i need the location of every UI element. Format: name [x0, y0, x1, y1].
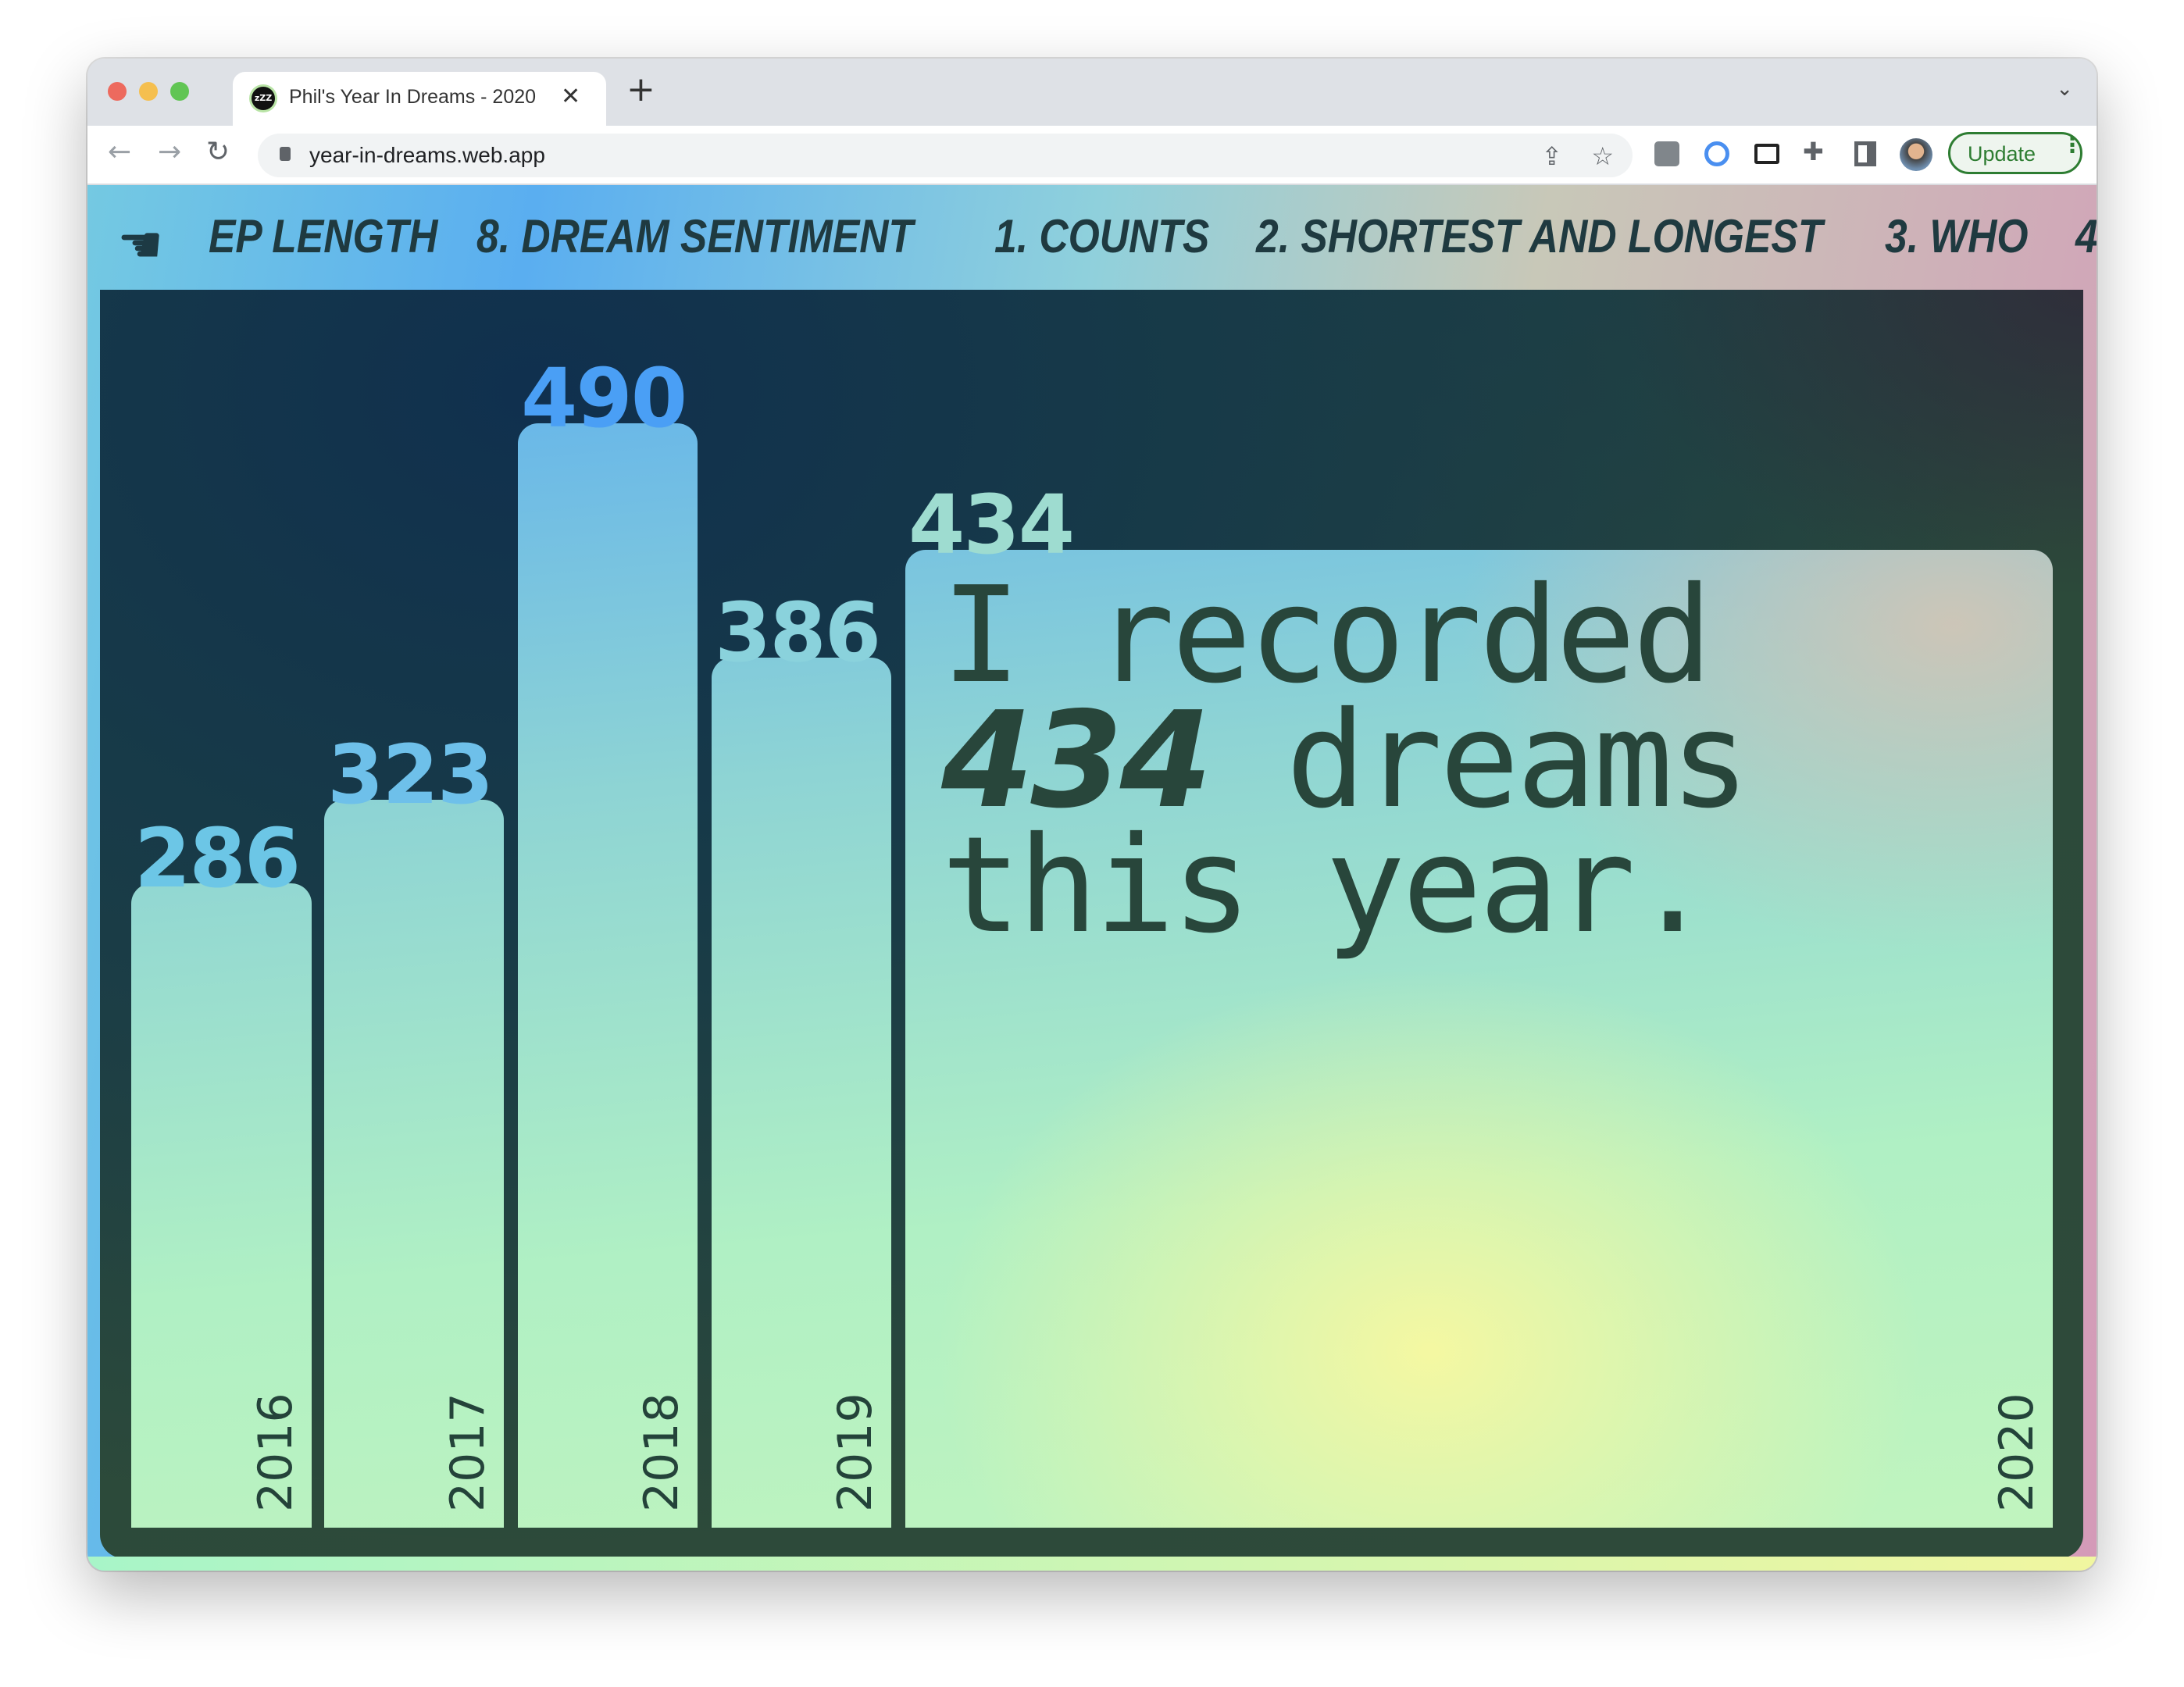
page-bottom-edge	[87, 1557, 2097, 1571]
browser-tab[interactable]: zZZ Phil's Year In Dreams - 2020 ✕	[233, 72, 606, 126]
forward-button[interactable]: →	[158, 137, 181, 168]
bar-value-label: 386	[715, 585, 881, 681]
page-content: ☚ EP LENGTH 8. DREAM SENTIMENT 1. COUNTS…	[87, 185, 2097, 1571]
browser-window: zZZ Phil's Year In Dreams - 2020 ✕ + ⌄ ←…	[87, 59, 2097, 1571]
share-icon[interactable]: ⇪	[1541, 141, 1562, 171]
new-tab-button[interactable]: +	[626, 73, 655, 107]
back-button[interactable]: ←	[108, 137, 131, 168]
nav-item-shortest-longest[interactable]: 2. SHORTEST AND LONGEST	[1256, 210, 1822, 263]
tab-search-chevron-icon[interactable]: ⌄	[2056, 77, 2073, 101]
lock-icon	[280, 147, 291, 161]
picture-in-picture-icon[interactable]	[1754, 144, 1779, 164]
bookmark-star-icon[interactable]: ☆	[1591, 141, 1614, 171]
password-manager-icon[interactable]	[1704, 141, 1729, 166]
nav-item-next[interactable]: 4	[2075, 210, 2097, 263]
extensions-puzzle-icon[interactable]: ✚	[1803, 137, 1824, 166]
bar-value-label: 490	[521, 351, 687, 446]
update-button[interactable]: Update ⋮	[1948, 132, 2083, 174]
close-tab-icon[interactable]: ✕	[561, 83, 580, 110]
tab-bar: zZZ Phil's Year In Dreams - 2020 ✕ + ⌄	[87, 59, 2097, 126]
bar-2018	[518, 423, 698, 1528]
reload-button[interactable]: ↻	[206, 137, 230, 168]
favicon-icon: zZZ	[252, 87, 275, 110]
more-menu-icon[interactable]: ⋮	[2061, 134, 2083, 156]
headline: I recorded 434 dreams this year.	[941, 569, 1996, 952]
nav-item-sleep-length[interactable]: EP LENGTH	[209, 210, 437, 263]
bar-value-label: 434	[908, 476, 1075, 572]
year-label: 2016	[248, 1393, 303, 1512]
update-label: Update	[1968, 142, 2036, 166]
year-label: 2019	[828, 1393, 883, 1512]
year-label: 2018	[634, 1393, 689, 1512]
close-window-button[interactable]	[108, 82, 127, 101]
nav-item-who[interactable]: 3. WHO	[1885, 210, 2028, 263]
maximize-window-button[interactable]	[170, 82, 189, 101]
bar-value-label: 323	[327, 726, 494, 822]
nav-item-counts[interactable]: 1. COUNTS	[994, 210, 1209, 263]
year-label: 2017	[441, 1393, 495, 1512]
bar-value-label: 286	[134, 810, 301, 906]
url-text[interactable]: year-in-dreams.web.app	[309, 143, 545, 168]
profile-avatar[interactable]	[1900, 138, 1932, 171]
section-nav-items: EP LENGTH 8. DREAM SENTIMENT 1. COUNTS 2…	[87, 185, 2097, 288]
minimize-window-button[interactable]	[139, 82, 158, 101]
dream-count-chart: 286 2016 323 2017 490 2018 386 2019 434 2020 I rec…	[100, 290, 2083, 1558]
address-bar[interactable]: year-in-dreams.web.app ⇪ ☆	[258, 134, 1633, 177]
section-nav: ☚ EP LENGTH 8. DREAM SENTIMENT 1. COUNTS…	[87, 185, 2097, 288]
side-panel-icon[interactable]	[1854, 141, 1876, 166]
year-label: 2020	[1990, 1393, 2044, 1512]
browser-toolbar: ← → ↻ year-in-dreams.web.app ⇪ ☆ ✚ Updat…	[87, 126, 2097, 185]
nav-item-dream-sentiment[interactable]: 8. DREAM SENTIMENT	[476, 210, 913, 263]
tab-title: Phil's Year In Dreams - 2020	[289, 86, 537, 108]
extension-lightbulb-icon[interactable]	[1654, 141, 1679, 166]
